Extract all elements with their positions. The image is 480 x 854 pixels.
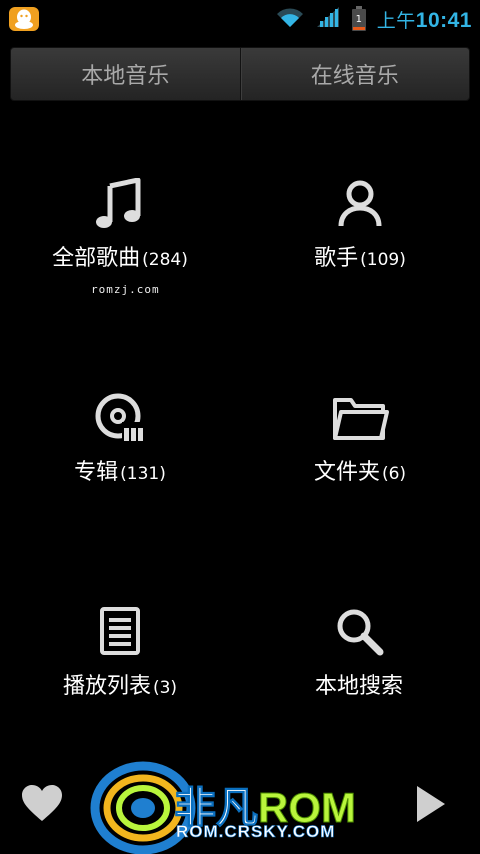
grid-label-local-search: 本地搜索	[240, 668, 480, 700]
search-icon	[240, 606, 480, 658]
folders-count: (6)	[381, 464, 407, 484]
playlist-icon	[0, 606, 240, 658]
heart-icon	[20, 785, 64, 827]
tab-online-music[interactable]: 在线音乐	[239, 48, 470, 100]
all-songs-count: (284)	[142, 250, 188, 270]
local-search-label: 本地搜索	[314, 674, 403, 699]
favorite-heart-button[interactable]	[20, 783, 64, 827]
battery-icon: 1	[351, 6, 367, 32]
grid-label-all-songs: 全部歌曲 (284)	[0, 240, 240, 272]
grid-artists[interactable]: 歌手 (109)	[240, 178, 480, 272]
grid-albums[interactable]: 专辑 (131)	[0, 392, 240, 486]
grid-local-search[interactable]: 本地搜索	[240, 606, 480, 700]
playlists-count: (3)	[152, 678, 178, 698]
music-source-tabs: 本地音乐 在线音乐	[10, 47, 470, 101]
clock-ampm: 上午	[376, 10, 416, 32]
all-songs-label: 全部歌曲	[52, 246, 141, 271]
folder-icon	[240, 392, 480, 444]
artists-label: 歌手	[314, 246, 359, 271]
grid-label-playlists: 播放列表 (3)	[0, 668, 240, 700]
logo-url: ROM.CRSKY.COM	[176, 822, 336, 842]
grid-label-artists: 歌手 (109)	[240, 240, 480, 272]
artists-count: (109)	[360, 250, 406, 270]
grid-folders[interactable]: 文件夹 (6)	[240, 392, 480, 486]
folders-label: 文件夹	[313, 460, 380, 485]
playlists-label: 播放列表	[62, 674, 151, 699]
album-icon	[0, 392, 240, 444]
grid-playlists[interactable]: 播放列表 (3)	[0, 606, 240, 700]
status-bar: 1 上午10:41	[0, 0, 480, 38]
play-button[interactable]	[414, 784, 448, 828]
tab-local-music[interactable]: 本地音乐	[11, 48, 240, 100]
watermark-text: romzj.com	[91, 283, 160, 296]
grid-label-albums: 专辑 (131)	[0, 454, 240, 486]
music-note-icon	[0, 178, 240, 230]
clock: 上午10:41	[377, 6, 472, 33]
signal-icon	[315, 5, 341, 33]
albums-label: 专辑	[74, 460, 119, 485]
crsky-watermark-logo: 非凡ROM ROM.CRSKY.COM	[78, 756, 398, 854]
play-icon	[414, 786, 448, 828]
person-icon	[240, 178, 480, 230]
grid-label-folders: 文件夹 (6)	[240, 454, 480, 486]
wifi-icon	[275, 6, 305, 32]
battery-level: 1	[355, 14, 362, 25]
albums-count: (131)	[120, 464, 166, 484]
grid-all-songs[interactable]: 全部歌曲 (284)	[0, 178, 240, 272]
clock-time: 10:41	[415, 8, 472, 32]
qq-icon	[8, 6, 42, 32]
